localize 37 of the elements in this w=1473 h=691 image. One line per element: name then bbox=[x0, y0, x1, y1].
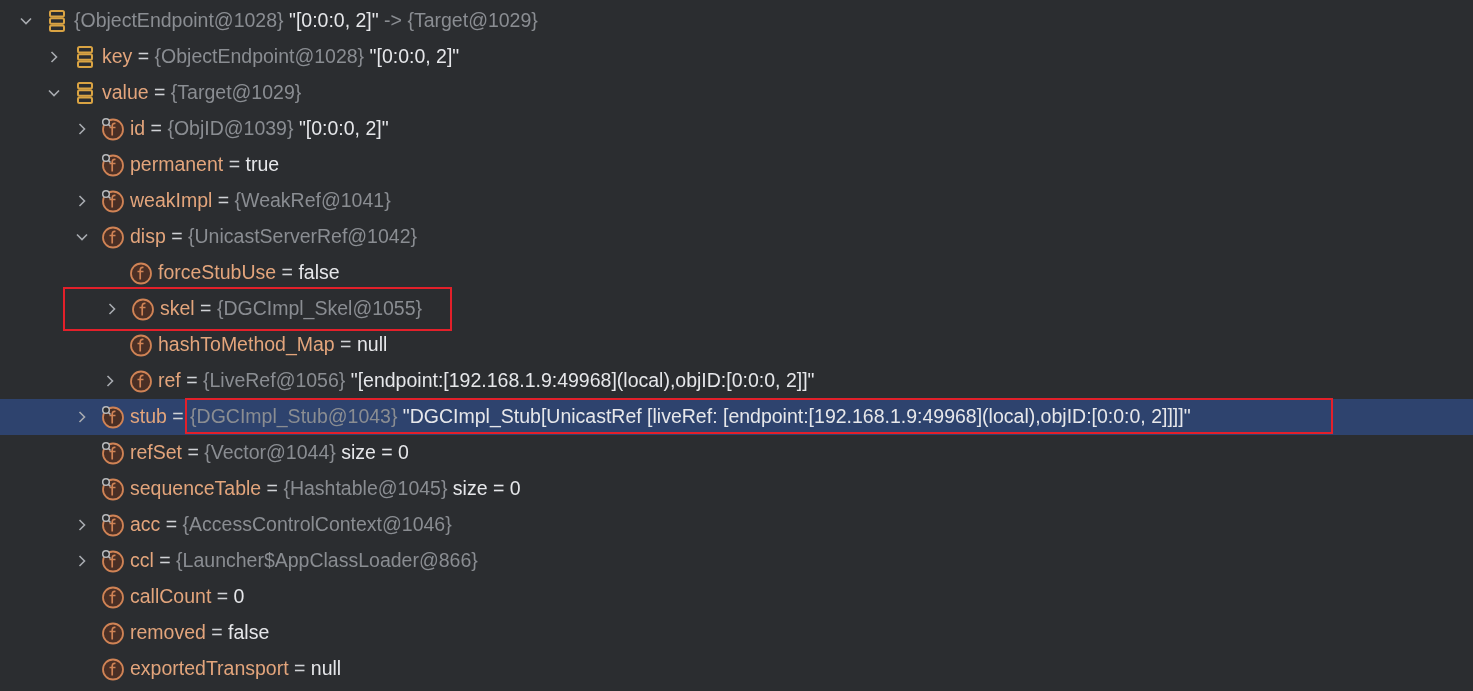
tree-row[interactable]: value = {Target@1029} bbox=[0, 75, 1473, 111]
variable-text: callCount = 0 bbox=[130, 584, 245, 610]
tree-row[interactable]: {ObjectEndpoint@1028} "[0:0:0, 2]" -> {Target@1029} bbox=[0, 3, 1473, 39]
tree-row[interactable]: skel = {DGCImpl_Skel@1055} bbox=[0, 291, 1473, 327]
tree-row[interactable]: acc = {AccessControlContext@1046} bbox=[0, 507, 1473, 543]
tree-row[interactable]: id = {ObjID@1039} "[0:0:0, 2]" bbox=[0, 111, 1473, 147]
variable-text: weakImpl = {WeakRef@1041} bbox=[130, 188, 391, 214]
variable-text: hashToMethod_Map = null bbox=[158, 332, 388, 358]
tree-row[interactable]: callCount = 0 bbox=[0, 579, 1473, 615]
tree-row[interactable]: weakImpl = {WeakRef@1041} bbox=[0, 183, 1473, 219]
variable-text: skel = {DGCImpl_Skel@1055} bbox=[160, 296, 423, 322]
variable-text: disp = {UnicastServerRef@1042} bbox=[130, 224, 418, 250]
variable-text: value = {Target@1029} bbox=[102, 80, 302, 106]
tree-row[interactable]: ref = {LiveRef@1056} "[endpoint:[192.168.1.9:49968](local),objID:[0:0:0, 2]]" bbox=[0, 363, 1473, 399]
tree-row[interactable]: hashToMethod_Map = null bbox=[0, 327, 1473, 363]
tree-row[interactable]: removed = false bbox=[0, 615, 1473, 651]
tree-row[interactable]: permanent = true bbox=[0, 147, 1473, 183]
variable-text: key = {ObjectEndpoint@1028} "[0:0:0, 2]" bbox=[102, 44, 460, 70]
variable-text: exportedTransport = null bbox=[130, 656, 342, 682]
variable-text: ccl = {Launcher$AppClassLoader@866} bbox=[130, 548, 478, 574]
tree-row[interactable]: forceStubUse = false bbox=[0, 255, 1473, 291]
variable-text: ref = {LiveRef@1056} "[endpoint:[192.168.1.9:49968](local),objID:[0:0:0, 2]]" bbox=[158, 368, 815, 394]
variable-text: sequenceTable = {Hashtable@1045} size = 0 bbox=[130, 476, 521, 502]
tree-row[interactable]: disp = {UnicastServerRef@1042} bbox=[0, 219, 1473, 255]
variable-text: permanent = true bbox=[130, 152, 280, 178]
tree-row[interactable]: refSet = {Vector@1044} size = 0 bbox=[0, 435, 1473, 471]
tree-row[interactable]: stub = {DGCImpl_Stub@1043} "DGCImpl_Stub[UnicastRef [liveRef: [endpoint:[192.168.1.9:49968](local),objID:[0:0:0, 2]]]]" bbox=[0, 399, 1473, 435]
tree-row[interactable]: sequenceTable = {Hashtable@1045} size = 0 bbox=[0, 471, 1473, 507]
variable-text: removed = false bbox=[130, 620, 270, 646]
variable-text: forceStubUse = false bbox=[158, 260, 340, 286]
variable-text: refSet = {Vector@1044} size = 0 bbox=[130, 440, 409, 466]
variable-text: id = {ObjID@1039} "[0:0:0, 2]" bbox=[130, 116, 389, 142]
variable-text: acc = {AccessControlContext@1046} bbox=[130, 512, 452, 538]
tree-row[interactable]: key = {ObjectEndpoint@1028} "[0:0:0, 2]" bbox=[0, 39, 1473, 75]
tree-row[interactable]: exportedTransport = null bbox=[0, 651, 1473, 687]
tree-row[interactable]: ccl = {Launcher$AppClassLoader@866} bbox=[0, 543, 1473, 579]
variable-text: {ObjectEndpoint@1028} "[0:0:0, 2]" -> {Target@1029} bbox=[74, 8, 538, 34]
